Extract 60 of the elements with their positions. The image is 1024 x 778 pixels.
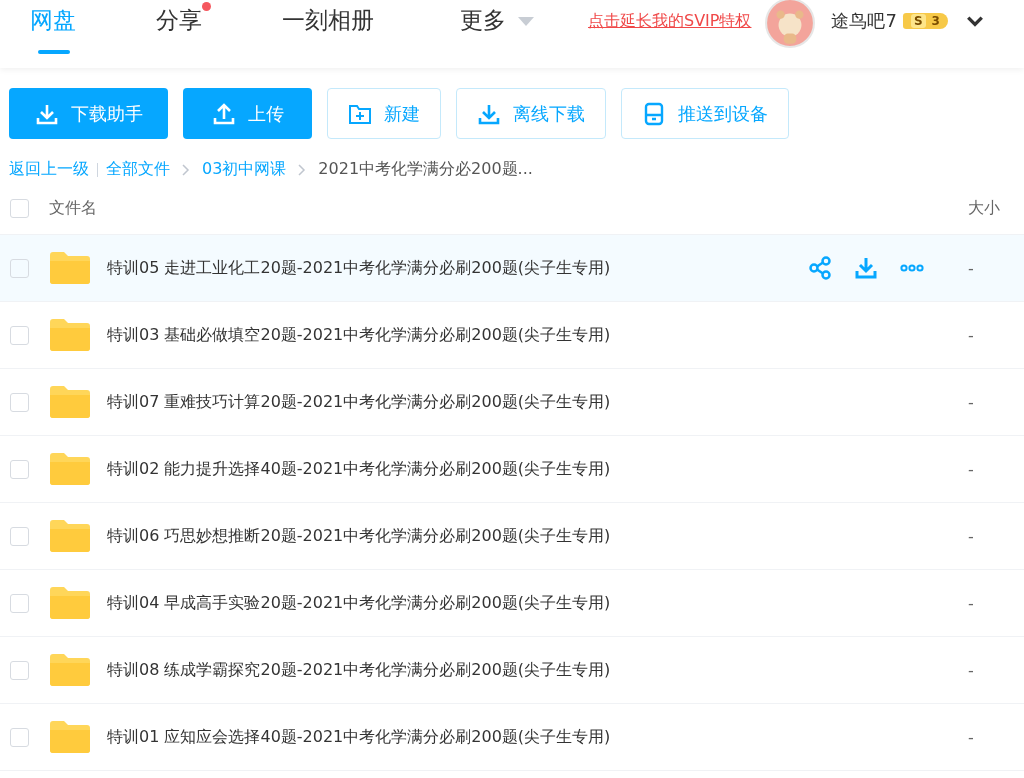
- file-size: -: [968, 660, 975, 680]
- file-name[interactable]: 特训07 重难技巧计算20题-2021中考化学满分必刷200题(尖子生专用): [107, 391, 968, 413]
- file-size: -: [968, 258, 975, 278]
- file-row[interactable]: 特训07 重难技巧计算20题-2021中考化学满分必刷200题(尖子生专用) -: [0, 369, 1024, 436]
- file-row[interactable]: 特训08 练成学霸探究20题-2021中考化学满分必刷200题(尖子生专用) -: [0, 637, 1024, 704]
- folder-icon: [50, 721, 90, 753]
- caret-icon[interactable]: [518, 17, 534, 27]
- folder-icon: [50, 252, 90, 284]
- nav-tab[interactable]: 分享: [156, 4, 202, 36]
- select-all-checkbox[interactable]: [10, 198, 29, 218]
- row-checkbox[interactable]: [10, 325, 29, 345]
- nav-tab[interactable]: 一刻相册: [282, 4, 374, 36]
- user-name[interactable]: 途鸟吧7: [831, 9, 897, 33]
- file-name[interactable]: 特训01 应知应会选择40题-2021中考化学满分必刷200题(尖子生专用): [107, 726, 968, 748]
- folder-icon: [50, 587, 90, 619]
- folder-icon: [50, 654, 90, 686]
- file-size: -: [968, 392, 975, 412]
- vip-badge: S 3: [902, 13, 948, 29]
- chevron-right-icon: [298, 163, 307, 176]
- file-row[interactable]: 特训01 应知应会选择40题-2021中考化学满分必刷200题(尖子生专用) -: [0, 704, 1024, 771]
- breadcrumb-current: 2021中考化学满分必200题...: [318, 159, 533, 180]
- chevron-right-icon: [182, 163, 190, 176]
- download-icon[interactable]: [854, 256, 878, 280]
- file-size: -: [968, 325, 975, 345]
- file-name[interactable]: 特训04 早成高手实验20题-2021中考化学满分必刷200题(尖子生专用): [107, 592, 968, 614]
- file-name[interactable]: 特训03 基础必做填空20题-2021中考化学满分必刷200题(尖子生专用): [107, 324, 968, 346]
- row-checkbox[interactable]: [10, 660, 29, 680]
- row-checkbox[interactable]: [10, 459, 29, 479]
- row-checkbox[interactable]: [10, 258, 29, 278]
- folder-icon: [50, 386, 90, 418]
- folder-icon: [50, 453, 90, 485]
- file-row[interactable]: 特训06 巧思妙想推断20题-2021中考化学满分必刷200题(尖子生专用) -: [0, 503, 1024, 570]
- file-size: -: [968, 727, 975, 747]
- device-icon: [642, 101, 666, 126]
- file-row[interactable]: 特训04 早成高手实验20题-2021中考化学满分必刷200题(尖子生专用) -: [0, 570, 1024, 637]
- svip-link[interactable]: 点击延长我的SVIP特权: [588, 10, 752, 32]
- row-checkbox[interactable]: [10, 727, 29, 747]
- file-name[interactable]: 特训08 练成学霸探究20题-2021中考化学满分必刷200题(尖子生专用): [107, 659, 968, 681]
- file-size: -: [968, 459, 975, 479]
- folder-icon: [50, 520, 90, 552]
- nav-tab[interactable]: 更多: [460, 4, 506, 36]
- file-size: -: [968, 593, 975, 613]
- file-size: -: [968, 526, 975, 546]
- avatar-icon[interactable]: [765, 0, 816, 48]
- upload-icon: [211, 101, 236, 126]
- row-checkbox[interactable]: [10, 526, 29, 546]
- file-row[interactable]: 特训03 基础必做填空20题-2021中考化学满分必刷200题(尖子生专用) -: [0, 302, 1024, 369]
- share-icon[interactable]: [808, 256, 832, 280]
- row-checkbox[interactable]: [10, 392, 29, 412]
- column-header[interactable]: 文件名: [49, 197, 968, 219]
- file-name[interactable]: 特训02 能力提升选择40题-2021中考化学满分必刷200题(尖子生专用): [107, 458, 968, 480]
- chevron-down-icon[interactable]: [965, 15, 984, 27]
- file-name[interactable]: 特训06 巧思妙想推断20题-2021中考化学满分必刷200题(尖子生专用): [107, 525, 968, 547]
- file-row[interactable]: 特训05 走进工业化工20题-2021中考化学满分必刷200题(尖子生专用) -: [0, 235, 1024, 302]
- file-name[interactable]: 特训05 走进工业化工20题-2021中考化学满分必刷200题(尖子生专用): [107, 257, 808, 279]
- active-tab-indicator: [38, 50, 70, 54]
- column-header[interactable]: 大小: [968, 197, 1024, 219]
- file-row[interactable]: 特训02 能力提升选择40题-2021中考化学满分必刷200题(尖子生专用) -: [0, 436, 1024, 503]
- row-checkbox[interactable]: [10, 593, 29, 613]
- folder-icon: [50, 319, 90, 351]
